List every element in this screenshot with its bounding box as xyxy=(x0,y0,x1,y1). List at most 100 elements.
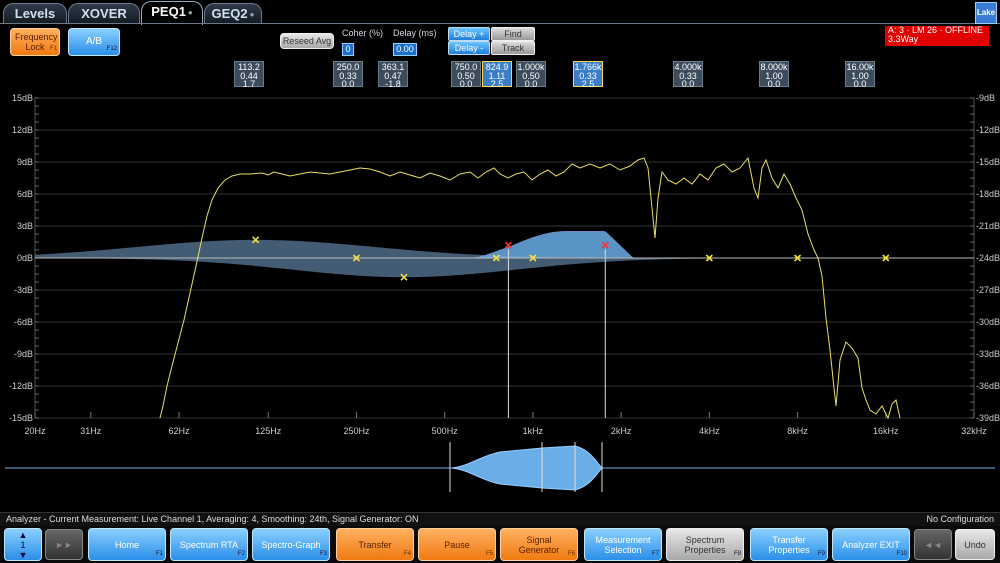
x-axis-label: 16kHz xyxy=(873,426,899,436)
tab-label: Levels xyxy=(14,6,56,21)
y-axis-right-label: -36dB xyxy=(976,381,1000,391)
peq-band-6[interactable]: 1.000k 0.50 0.0 xyxy=(516,61,546,88)
delay-minus-button[interactable]: Delay - xyxy=(448,41,490,55)
track-button[interactable]: Track xyxy=(491,41,535,55)
analyzer-exit-button[interactable]: Analyzer EXIT F10 xyxy=(832,528,910,561)
peq-band-3[interactable]: 363.1 0.47 -1.8 xyxy=(378,61,408,88)
y-axis-left-label: 3dB xyxy=(17,221,33,231)
x-axis-label: 31Hz xyxy=(80,426,102,436)
button-label: Transfer xyxy=(358,539,392,550)
tab-xover[interactable]: XOVER xyxy=(68,3,140,24)
home-button[interactable]: Home F1 xyxy=(88,528,166,561)
x-axis-label: 20Hz xyxy=(24,426,46,436)
peq-band-2[interactable]: 250.0 0.33 0.0 xyxy=(333,61,363,88)
fkey-label: F10 xyxy=(896,551,907,557)
fkey-label: F7 xyxy=(651,551,659,557)
fkey-label: F3 xyxy=(319,551,327,557)
spectrum-properties-button[interactable]: Spectrum Properties F8 xyxy=(666,528,744,561)
page-number: 1 xyxy=(20,539,26,550)
ab-label: A/B xyxy=(85,36,103,47)
find-button[interactable]: Find xyxy=(491,27,535,41)
y-axis-left-label: -6dB xyxy=(14,317,33,327)
x-axis-label: 1kHz xyxy=(523,426,544,436)
x-axis-label: 32kHz xyxy=(961,426,987,436)
pause-button[interactable]: Pause F5 xyxy=(418,528,496,561)
tab-dot-icon: ● xyxy=(249,9,255,19)
delay-label: Delay (ms) xyxy=(393,28,437,38)
y-axis-left-label: -3dB xyxy=(14,285,33,295)
peq-band-1[interactable]: 113.2 0.44 1.7 xyxy=(234,61,264,88)
next-page-button[interactable]: ►► xyxy=(45,529,83,560)
fkey-label: F5 xyxy=(485,551,493,557)
peq-band-5[interactable]: 824.9 1.11 2.5 xyxy=(482,61,512,88)
x-axis-label: 2kHz xyxy=(611,426,632,436)
frequency-overview-strip[interactable] xyxy=(0,440,1000,500)
rewind-icon: ◄◄ xyxy=(924,539,942,550)
spectrum-rta-button[interactable]: Spectrum RTA F2 xyxy=(170,528,248,561)
transfer-function-graph[interactable]: 15dB 12dB 9dB 6dB 3dB 0dB -3dB -6dB -9dB -12dB -15… xyxy=(0,88,1000,438)
y-axis-right-label: -33dB xyxy=(976,349,1000,359)
coherence-label: Coher (%) xyxy=(342,28,384,38)
spectro-graph-button[interactable]: Spectro-Graph F3 xyxy=(252,528,330,561)
button-label: Pause xyxy=(444,539,470,550)
measurement-selection-button[interactable]: Measurement Selection F7 xyxy=(584,528,662,561)
ab-compare-button[interactable]: A/B F12 xyxy=(68,28,120,56)
x-axis-label: 500Hz xyxy=(432,426,459,436)
y-axis-left-label: -12dB xyxy=(9,381,33,391)
button-label: Home xyxy=(114,539,139,550)
status-bar: Analyzer - Current Measurement: Live Cha… xyxy=(0,512,1000,526)
fkey-label: F12 xyxy=(106,46,117,52)
page-selector-button[interactable]: ▲ 1 ▼ xyxy=(4,528,42,561)
tab-peq1[interactable]: PEQ1 ● xyxy=(141,1,203,25)
tab-divider xyxy=(0,23,1000,24)
peq-band-8[interactable]: 4.000k 0.33 0.0 xyxy=(673,61,703,88)
configuration-status: No Configuration xyxy=(926,514,994,524)
x-axis-label: 62Hz xyxy=(168,426,190,436)
y-axis-right-label: -18dB xyxy=(976,189,1000,199)
y-axis-right-label: -30dB xyxy=(976,317,1000,327)
frequency-lock-button[interactable]: Frequency Lock F1 xyxy=(10,28,60,56)
transfer-button[interactable]: Transfer F4 xyxy=(336,528,414,561)
coherence-value[interactable]: 0 xyxy=(342,43,354,56)
button-label: Measurement Selection xyxy=(595,534,651,555)
peq-band-4[interactable]: 750.0 0.50 0.0 xyxy=(451,61,481,88)
undo-button[interactable]: Undo xyxy=(955,529,995,560)
alarm-line2: 3.3Way xyxy=(888,34,919,44)
x-axis-label: 4kHz xyxy=(699,426,720,436)
peq-band-7[interactable]: 1.766k 0.33 2.5 xyxy=(573,61,603,88)
tab-levels[interactable]: Levels xyxy=(3,3,67,24)
peq-band-10[interactable]: 16.00k 1.00 0.0 xyxy=(845,61,875,88)
signal-generator-button[interactable]: Signal Generator F6 xyxy=(500,528,578,561)
delay-plus-button[interactable]: Delay + xyxy=(448,27,490,41)
y-axis-left-label: 0dB xyxy=(17,253,33,263)
fkey-label: F9 xyxy=(817,551,825,557)
overview-eq-shape xyxy=(451,445,603,491)
status-text: Analyzer - Current Measurement: Live Cha… xyxy=(6,514,419,524)
y-axis-left-label: 9dB xyxy=(17,157,33,167)
reseed-avg-button[interactable]: Reseed Avg xyxy=(280,33,334,49)
button-label: Spectrum Properties xyxy=(684,534,726,555)
tab-label: GEQ2 xyxy=(211,6,248,21)
y-axis-right-label: -9dB xyxy=(976,93,995,103)
fast-forward-icon: ►► xyxy=(55,539,73,550)
arrow-up-icon: ▲ xyxy=(18,529,28,540)
peq-band-9[interactable]: 8.000k 1.00 0.0 xyxy=(759,61,789,88)
fkey-label: F2 xyxy=(237,551,245,557)
fkey-label: F8 xyxy=(733,551,741,557)
y-axis-right-label: -27dB xyxy=(976,285,1000,295)
button-label: Signal Generator xyxy=(518,534,560,555)
fkey-label: F4 xyxy=(403,551,411,557)
y-axis-right-label: -12dB xyxy=(976,125,1000,135)
fkey-label: F1 xyxy=(155,551,163,557)
previous-button[interactable]: ◄◄ xyxy=(914,529,952,560)
lake-logo: Lake xyxy=(975,2,997,24)
delay-value[interactable]: 0.00 xyxy=(393,43,417,56)
tab-geq2[interactable]: GEQ2 ● xyxy=(204,3,262,24)
tab-label: PEQ1 xyxy=(151,4,186,19)
arrow-down-icon: ▼ xyxy=(18,549,28,560)
button-label: Transfer Properties xyxy=(768,534,810,555)
transfer-properties-button[interactable]: Transfer Properties F9 xyxy=(750,528,828,561)
tab-dot-icon: ● xyxy=(187,7,193,17)
function-key-bar: ▲ 1 ▼ ►► Home F1 Spectrum RTA F2 Spectro-Gra… xyxy=(0,526,1000,563)
device-alarm-banner: A: 3 · LM 26 · OFFLINE 3.3Way xyxy=(885,26,989,46)
